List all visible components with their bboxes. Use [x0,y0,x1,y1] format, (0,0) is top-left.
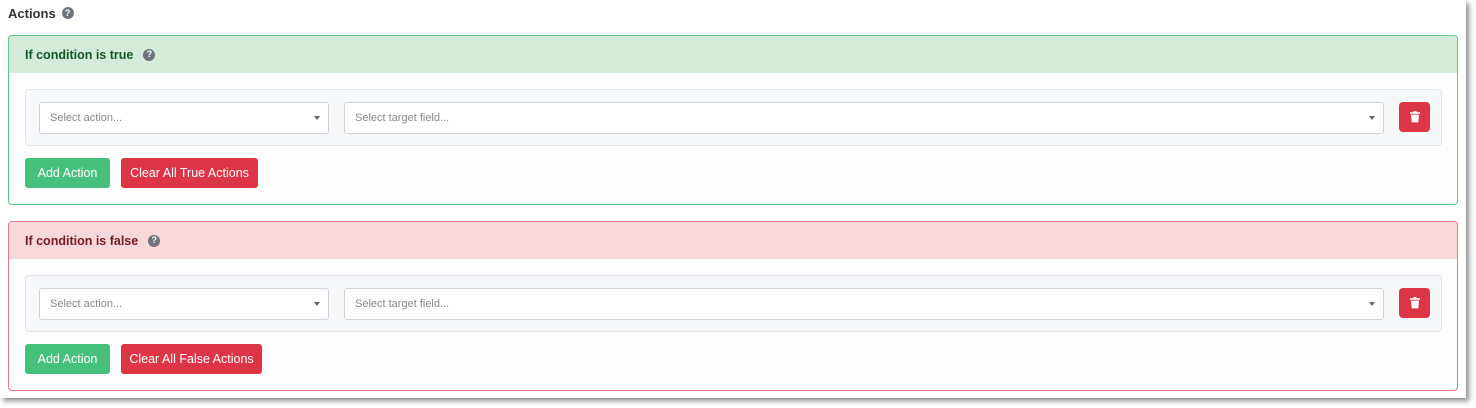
action-select[interactable]: Select action... [39,288,329,320]
question-circle-icon[interactable]: ? [143,48,156,61]
true-actions-card: If condition is true ? Select action... … [8,35,1458,205]
chevron-down-icon [1369,302,1375,306]
actions-panel: Actions ? If condition is true ? Select … [0,0,1466,398]
action-select-placeholder: Select action... [50,112,123,124]
add-true-action-button[interactable]: Add Action [25,158,110,188]
action-select[interactable]: Select action... [39,102,329,134]
chevron-down-icon [314,116,320,120]
false-action-row: Select action... Select target field... [25,275,1442,332]
actions-heading: Actions ? [8,4,74,22]
delete-action-button[interactable] [1399,102,1430,132]
chevron-down-icon [314,302,320,306]
question-circle-icon[interactable]: ? [61,7,74,19]
action-select-placeholder: Select action... [50,298,123,310]
clear-false-actions-button[interactable]: Clear All False Actions [121,344,262,374]
target-field-placeholder: Select target field... [355,298,450,310]
false-card-header: If condition is false ? [9,222,1457,259]
chevron-down-icon [1369,116,1375,120]
trash-icon [1409,297,1420,309]
target-field-placeholder: Select target field... [355,112,450,124]
trash-icon [1409,111,1420,123]
true-card-header: If condition is true ? [9,36,1457,73]
true-card-title: If condition is true [25,47,134,62]
target-field-select[interactable]: Select target field... [344,102,1384,134]
false-actions-card: If condition is false ? Select action...… [8,221,1458,391]
delete-action-button[interactable] [1399,288,1430,318]
target-field-select[interactable]: Select target field... [344,288,1384,320]
true-action-row: Select action... Select target field... [25,89,1442,146]
false-card-title: If condition is false [25,233,139,248]
question-circle-icon[interactable]: ? [148,234,161,247]
actions-title: Actions [8,5,56,21]
add-false-action-button[interactable]: Add Action [25,344,110,374]
clear-true-actions-button[interactable]: Clear All True Actions [121,158,258,188]
